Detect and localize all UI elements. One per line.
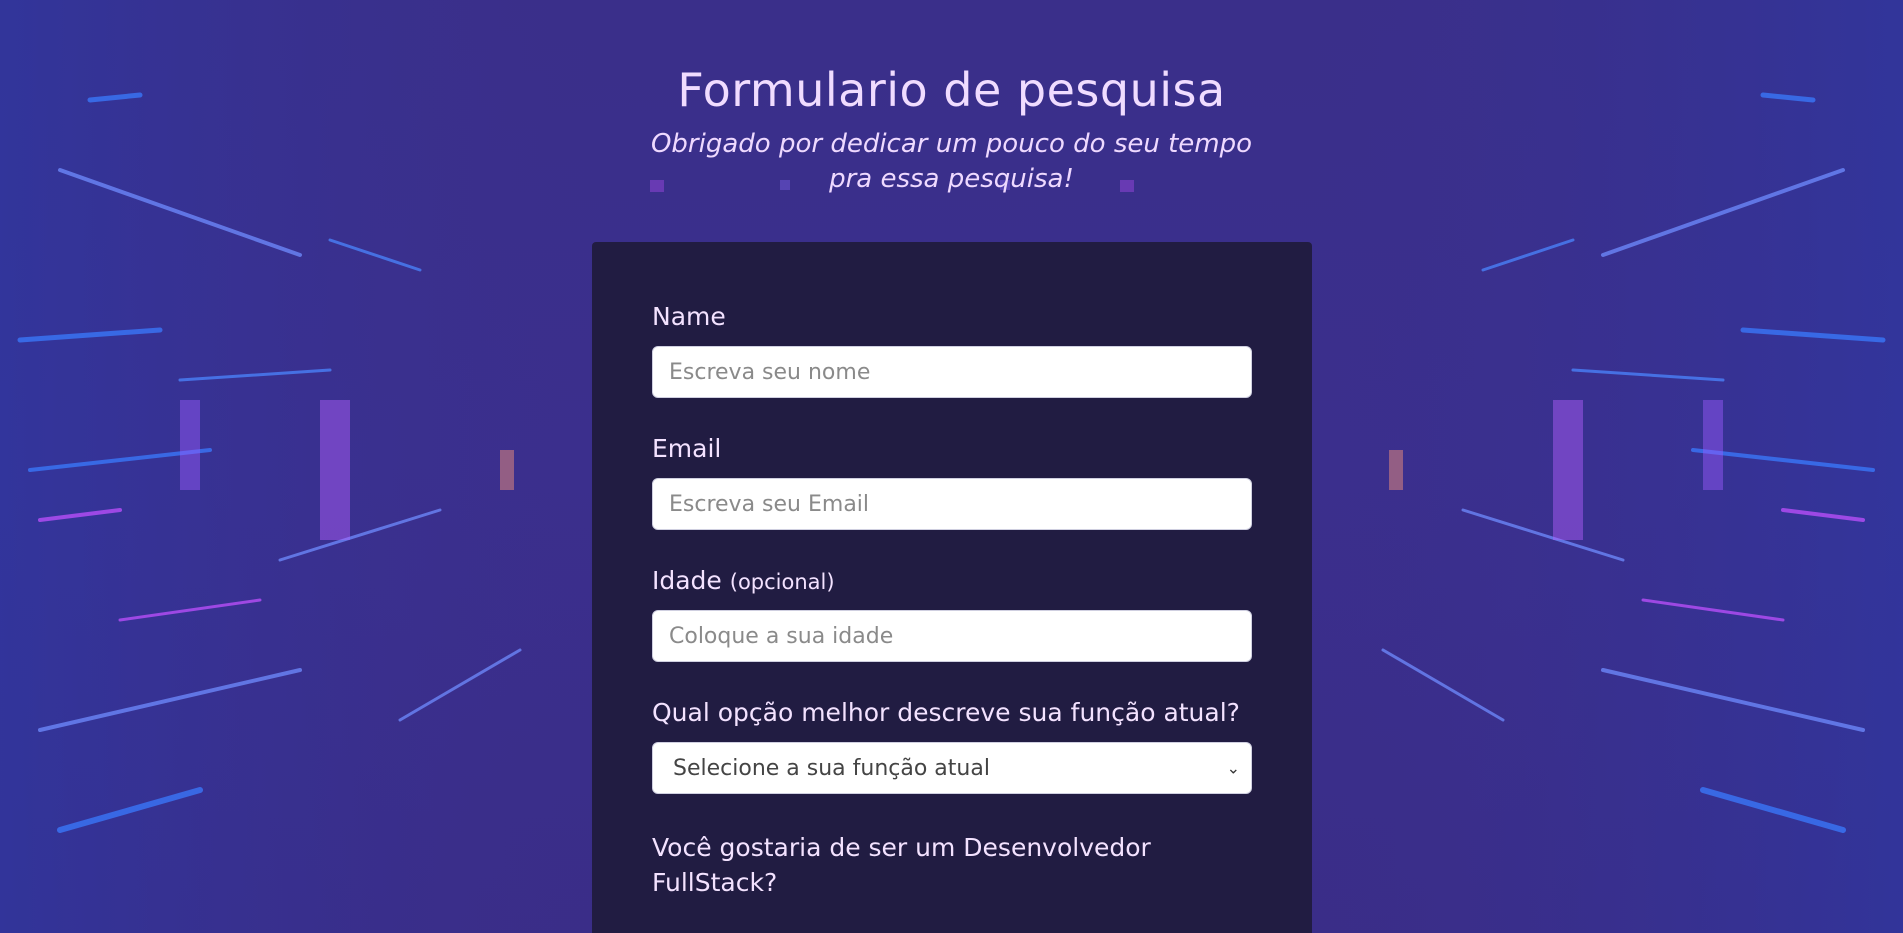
page-title: Formulario de pesquisa — [677, 63, 1226, 117]
age-label: Idade (opcional) — [652, 566, 1252, 596]
name-field-group: Name — [652, 302, 1252, 398]
role-select[interactable]: Selecione a sua função atual — [652, 742, 1252, 794]
role-field-group: Qual opção melhor descreve sua função at… — [652, 698, 1252, 794]
name-input[interactable] — [652, 346, 1252, 398]
age-input[interactable] — [652, 610, 1252, 662]
email-label: Email — [652, 434, 722, 463]
role-label: Qual opção melhor descreve sua função at… — [652, 698, 1240, 727]
chevron-down-icon: ⌄ — [1226, 758, 1240, 778]
fullstack-field-group: Você gostaria de ser um Desenvolvedor Fu… — [652, 830, 1252, 900]
fullstack-question: Você gostaria de ser um Desenvolvedor Fu… — [652, 833, 1151, 897]
email-input[interactable] — [652, 478, 1252, 530]
email-field-group: Email — [652, 434, 1252, 530]
age-field-group: Idade (opcional) — [652, 566, 1252, 662]
age-optional-hint: (opcional) — [729, 570, 835, 594]
age-label-text: Idade — [652, 566, 722, 595]
role-select-value: Selecione a sua função atual — [673, 755, 990, 781]
survey-form: Name Email Idade (opcional) Qual opção m… — [592, 242, 1312, 933]
page-subtitle: Obrigado por dedicar um pouco do seu tem… — [650, 128, 1253, 194]
page-header: Formulario de pesquisa Obrigado por dedi… — [0, 64, 1903, 197]
name-label: Name — [652, 302, 726, 331]
role-select-wrapper: Selecione a sua função atual ⌄ — [652, 742, 1252, 794]
